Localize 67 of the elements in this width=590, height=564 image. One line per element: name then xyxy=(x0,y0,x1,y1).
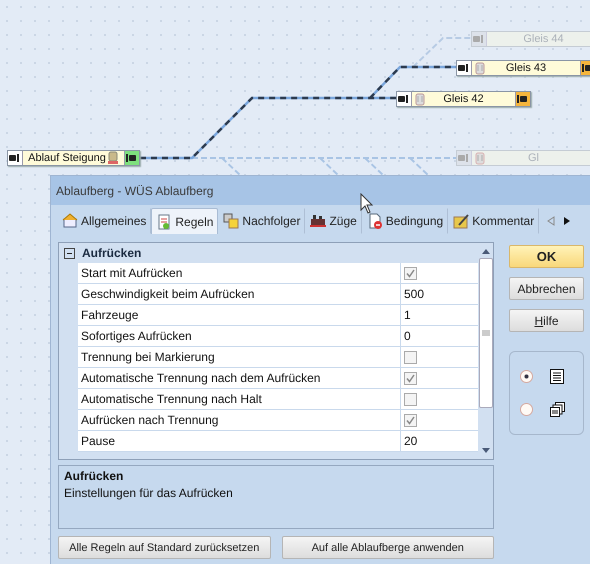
group-header: Aufrücken xyxy=(82,246,142,260)
action-button[interactable]: Alle Regeln auf Standard zurücksetzen xyxy=(58,536,270,559)
property-value[interactable]: 0 xyxy=(404,329,411,343)
property-name: Fahrzeuge xyxy=(78,305,401,325)
ok-button[interactable]: OK xyxy=(509,245,584,268)
buffer-icon xyxy=(517,95,529,103)
house-icon xyxy=(62,213,78,229)
checkbox[interactable] xyxy=(404,392,417,406)
property-name: Geschwindigkeit beim Aufrücken xyxy=(78,284,401,304)
track-label: Gleis 44 xyxy=(523,33,564,45)
tab[interactable]: Züge xyxy=(305,208,362,234)
tab[interactable]: Nachfolger xyxy=(218,208,306,234)
track-label: Gl xyxy=(528,152,539,164)
tab[interactable]: Bedingung xyxy=(362,208,448,234)
railcar-icon xyxy=(475,62,485,75)
description-title: Aufrücken xyxy=(64,469,124,483)
page-icon xyxy=(366,213,383,229)
pencil-icon xyxy=(453,213,470,229)
scroll-left-icon[interactable] xyxy=(547,216,556,226)
track-label: Ablauf Steigung xyxy=(28,152,106,164)
document-icon xyxy=(156,214,172,230)
checkbox[interactable] xyxy=(404,350,417,364)
buffer-icon xyxy=(458,154,470,162)
property-value[interactable]: 20 xyxy=(404,434,418,448)
list-icon xyxy=(550,369,564,384)
help-button[interactable]: Hilfe xyxy=(509,309,584,332)
tab[interactable]: Kommentar xyxy=(448,208,540,234)
scroll-down-icon[interactable] xyxy=(480,448,490,454)
buffer-icon xyxy=(126,154,138,162)
track-block[interactable]: Gleis 42 xyxy=(396,91,531,107)
buffer-icon xyxy=(473,35,485,43)
buffer-icon xyxy=(458,64,470,72)
grip-icon xyxy=(482,330,490,336)
track-block[interactable]: Ablauf Steigung xyxy=(7,150,140,166)
property-name: Automatische Trennung nach Halt xyxy=(78,389,401,409)
checkbox[interactable] xyxy=(404,372,417,384)
buffer-icon xyxy=(398,95,410,103)
locomotive-icon xyxy=(106,151,119,165)
property-name: Sofortiges Aufrücken xyxy=(78,326,401,346)
collapse-icon[interactable] xyxy=(64,248,75,258)
property-value[interactable]: 1 xyxy=(404,308,411,322)
buffer-icon xyxy=(9,154,21,162)
mouse-cursor-icon xyxy=(360,193,374,215)
radio-button[interactable] xyxy=(520,402,533,416)
checkbox[interactable] xyxy=(404,266,417,280)
action-button[interactable]: Auf alle Ablaufberge anwenden xyxy=(282,536,494,559)
track-block[interactable]: Gleis 43 xyxy=(456,60,590,76)
stacked-windows-icon xyxy=(550,402,565,417)
railcar-icon xyxy=(475,152,485,165)
checkbox[interactable] xyxy=(404,414,417,426)
property-name: Aufrücken nach Trennung xyxy=(78,410,401,430)
property-name: Pause xyxy=(78,431,401,451)
cancel-button[interactable]: Abbrechen xyxy=(509,277,584,300)
railcar-icon xyxy=(415,93,425,106)
property-name: Trennung bei Markierung xyxy=(78,347,401,367)
description-text: Einstellungen für das Aufrücken xyxy=(64,486,234,500)
squares-icon xyxy=(223,213,240,229)
property-name: Start mit Aufrücken xyxy=(78,263,401,283)
window-title: Ablaufberg - WÜS Ablaufberg xyxy=(56,184,214,198)
scroll-up-icon[interactable] xyxy=(480,248,490,254)
radio-button[interactable] xyxy=(520,370,533,384)
tab[interactable]: Regeln xyxy=(151,208,218,234)
property-name: Automatische Trennung nach dem Aufrücken xyxy=(78,368,401,388)
property-value[interactable]: 500 xyxy=(404,287,424,301)
scroll-right-icon[interactable] xyxy=(563,216,572,226)
track-label: Gleis 42 xyxy=(443,93,484,105)
track-label: Gleis 43 xyxy=(506,62,546,74)
